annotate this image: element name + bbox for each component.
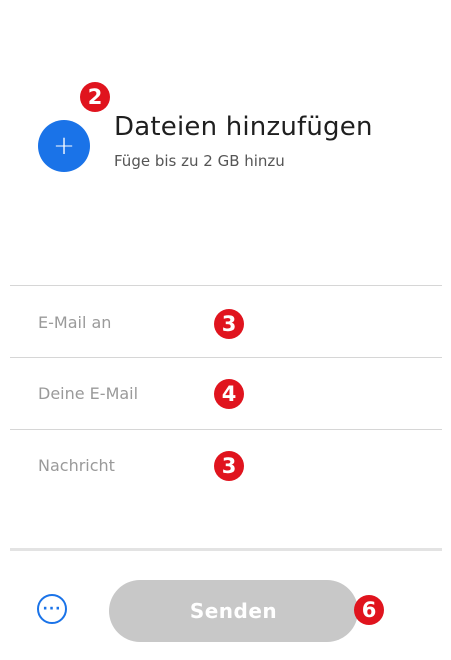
annotation-badge-your-email: 4 bbox=[214, 379, 244, 409]
add-files-subtitle: Füge bis zu 2 GB hinzu bbox=[114, 152, 285, 170]
more-options-button[interactable]: ··· bbox=[37, 594, 67, 624]
message-input[interactable]: Nachricht bbox=[38, 456, 115, 475]
annotation-badge-message: 3 bbox=[214, 451, 244, 481]
add-files-title: Dateien hinzufügen bbox=[114, 112, 373, 142]
divider-footer bbox=[10, 548, 442, 551]
divider-your-email bbox=[10, 429, 442, 430]
upload-row[interactable]: + Dateien hinzufügen Füge bis zu 2 GB hi… bbox=[38, 104, 438, 194]
annotation-badge-email-to: 3 bbox=[214, 309, 244, 339]
more-options-icon: ··· bbox=[42, 601, 62, 617]
plus-icon: + bbox=[53, 131, 75, 161]
send-button[interactable]: Senden bbox=[109, 580, 358, 642]
divider-top bbox=[10, 285, 442, 286]
annotation-badge-upload: 2 bbox=[80, 82, 110, 112]
email-to-input[interactable]: E-Mail an bbox=[38, 313, 111, 332]
your-email-input[interactable]: Deine E-Mail bbox=[38, 384, 138, 403]
divider-email-to bbox=[10, 357, 442, 358]
annotation-badge-send: 6 bbox=[354, 595, 384, 625]
add-files-button[interactable]: + bbox=[38, 120, 90, 172]
